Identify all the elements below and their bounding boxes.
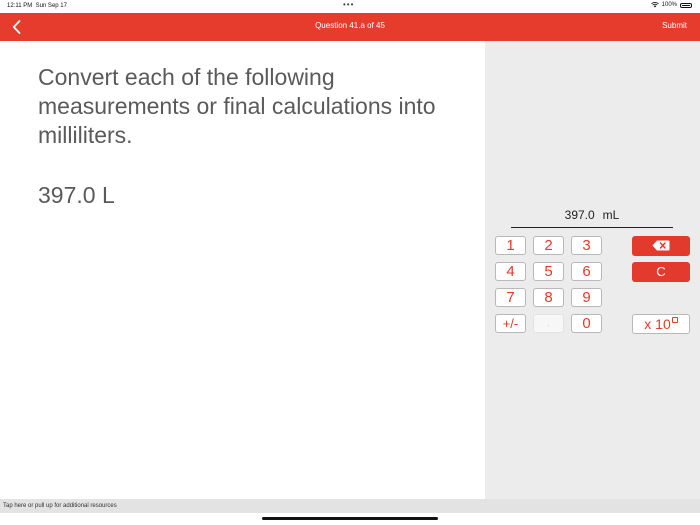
- header-bar: Question 41.a of 45 Submit: [0, 13, 700, 41]
- answer-field[interactable]: 397.0 mL: [511, 208, 673, 228]
- exponent-label: x 10: [644, 316, 671, 332]
- backspace-button[interactable]: [632, 236, 690, 256]
- answer-panel: 397.0 mL 1 2 3 4 5 6 7 8 9 +/- . 0 C x 10: [485, 41, 700, 499]
- status-indicators: 100%: [650, 2, 692, 8]
- exponent-button[interactable]: x 10: [632, 314, 690, 334]
- clear-button[interactable]: C: [632, 262, 690, 282]
- question-panel: Convert each of the following measuremen…: [0, 41, 485, 499]
- key-1[interactable]: 1: [495, 236, 526, 255]
- key-sign-toggle[interactable]: +/-: [495, 314, 526, 333]
- key-decimal[interactable]: .: [533, 314, 564, 333]
- status-bar: 12:11 PM Sun Sep 17 ••• 100%: [0, 0, 700, 13]
- question-prompt: Convert each of the following measuremen…: [38, 64, 436, 148]
- status-time-date: 12:11 PM Sun Sep 17: [7, 3, 67, 9]
- battery-icon: [680, 2, 692, 8]
- home-indicator[interactable]: [262, 517, 438, 520]
- key-5[interactable]: 5: [533, 262, 564, 281]
- key-3[interactable]: 3: [571, 236, 602, 255]
- key-9[interactable]: 9: [571, 288, 602, 307]
- key-8[interactable]: 8: [533, 288, 564, 307]
- exponent-box-icon: [671, 317, 678, 323]
- answer-value: 397.0: [564, 208, 595, 222]
- resources-drawer-handle[interactable]: Tap here or pull up for additional resou…: [0, 499, 700, 513]
- submit-button[interactable]: Submit: [662, 21, 687, 30]
- resources-hint: Tap here or pull up for additional resou…: [3, 503, 117, 509]
- back-button[interactable]: [6, 16, 26, 38]
- answer-unit: mL: [602, 208, 620, 222]
- multitask-dots[interactable]: •••: [343, 0, 354, 9]
- question-value: 397.0 L: [38, 182, 115, 208]
- status-date: Sun Sep 17: [35, 3, 67, 9]
- key-7[interactable]: 7: [495, 288, 526, 307]
- key-2[interactable]: 2: [533, 236, 564, 255]
- key-4[interactable]: 4: [495, 262, 526, 281]
- question-counter: Question 41.a of 45: [315, 21, 385, 30]
- bottom-area: Tap here or pull up for additional resou…: [0, 499, 700, 525]
- battery-percent: 100%: [661, 2, 677, 8]
- backspace-icon: [652, 240, 670, 251]
- status-time: 12:11 PM: [7, 3, 33, 9]
- chevron-left-icon: [12, 20, 20, 34]
- key-0[interactable]: 0: [571, 314, 602, 333]
- wifi-icon: [650, 2, 659, 8]
- key-6[interactable]: 6: [571, 262, 602, 281]
